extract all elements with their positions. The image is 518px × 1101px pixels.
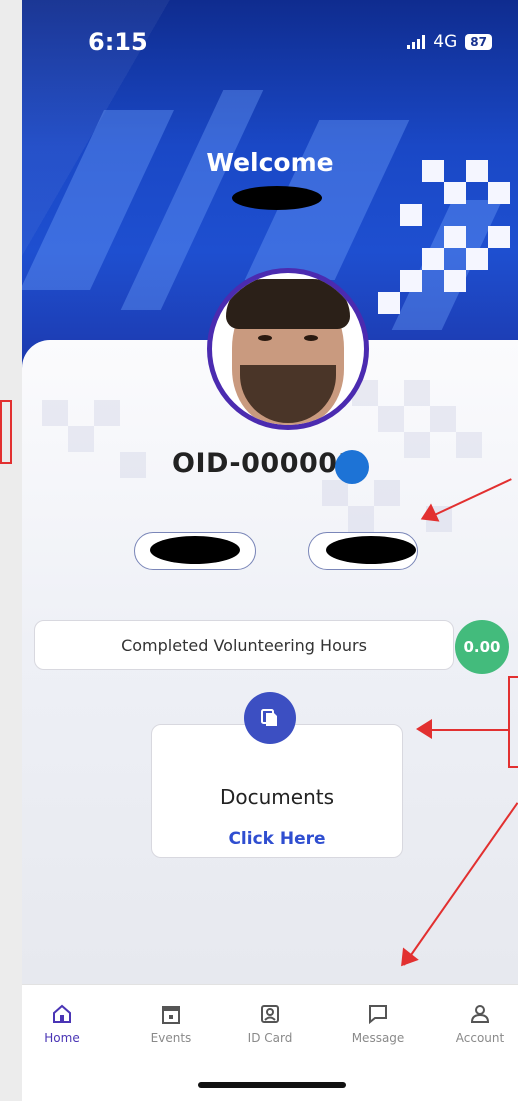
nav-home[interactable]: Home (22, 1003, 102, 1045)
welcome-title: Welcome (206, 148, 334, 177)
redacted-field (150, 536, 240, 564)
nav-label-home: Home (44, 1031, 80, 1045)
annotation-arrow (428, 729, 510, 731)
network-label: 4G (433, 32, 458, 52)
status-indicators: 4G 87 (407, 32, 492, 52)
nav-message[interactable]: Message (338, 1003, 418, 1045)
battery-icon: 87 (465, 34, 492, 50)
hours-value-badge: 0.00 (455, 620, 509, 674)
nav-account[interactable]: Account (440, 1003, 518, 1045)
member-id: OID-000001 (172, 448, 357, 479)
status-dot-icon (335, 450, 369, 484)
annotation-box-left (0, 400, 12, 464)
avatar[interactable] (207, 268, 369, 430)
home-icon (51, 1003, 73, 1025)
annotation-arrowhead (416, 719, 432, 739)
nav-label-message: Message (351, 1031, 405, 1045)
documents-card[interactable]: Documents Click Here (151, 724, 403, 858)
message-icon (367, 1003, 389, 1025)
account-icon (469, 1003, 491, 1025)
nav-events[interactable]: Events (131, 1003, 211, 1045)
phone-screen: 6:15 4G 87 Welcome OID-000001 Completed … (22, 0, 518, 1101)
status-time: 6:15 (88, 28, 148, 56)
nav-label-events: Events (150, 1031, 192, 1045)
annotation-box-right (508, 676, 518, 768)
nav-id-card[interactable]: ID Card (230, 1003, 310, 1045)
redacted-field (326, 536, 416, 564)
documents-link[interactable]: Click Here (152, 829, 402, 849)
documents-title: Documents (219, 785, 335, 809)
hours-label: Completed Volunteering Hours (121, 635, 367, 655)
home-indicator (198, 1082, 346, 1088)
calendar-icon (160, 1003, 182, 1025)
redacted-name (232, 186, 322, 210)
id-card-icon (259, 1003, 281, 1025)
documents-icon (244, 692, 296, 744)
nav-label-id-card: ID Card (247, 1031, 293, 1045)
signal-icon (407, 35, 426, 49)
nav-label-account: Account (455, 1031, 505, 1045)
volunteering-hours-card: Completed Volunteering Hours (34, 620, 454, 670)
